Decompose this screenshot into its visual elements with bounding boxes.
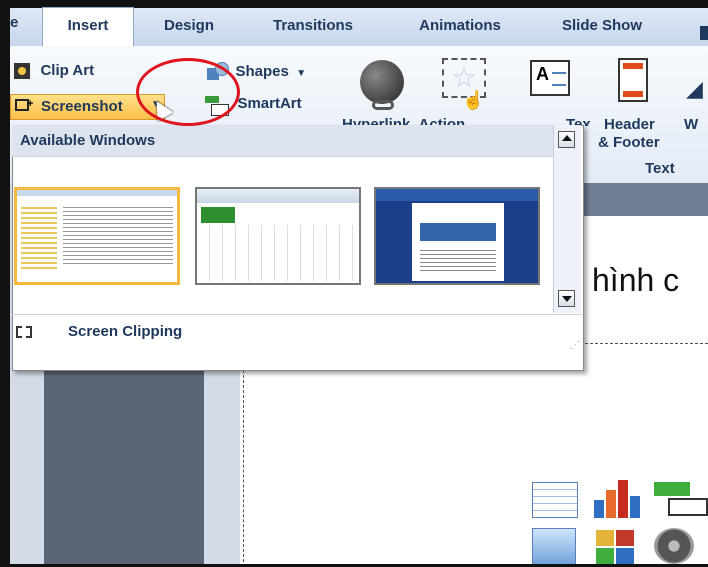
insert-chart-icon[interactable]: [592, 478, 642, 518]
thumb3-document-page: [412, 203, 504, 281]
chain-link-icon: [372, 100, 394, 110]
header-footer-icon[interactable]: [618, 58, 648, 102]
window-frame-left: [0, 0, 10, 567]
insert-picture-icon[interactable]: [532, 528, 576, 566]
resize-grip-icon[interactable]: ⋰: [570, 340, 580, 351]
scroll-down-arrow-icon: [562, 296, 572, 302]
window-thumbnail-3[interactable]: [374, 187, 540, 285]
thumb2-grid: [197, 225, 359, 281]
text-box-lines: [552, 72, 566, 86]
tab-slide-show[interactable]: Slide Show: [548, 8, 656, 46]
tab-file-cutoff[interactable]: e: [10, 14, 20, 40]
shapes-chevron-icon: ▼: [296, 68, 307, 80]
text-box-icon[interactable]: A: [530, 60, 570, 96]
insert-media-icon[interactable]: [654, 528, 694, 564]
thumb1-folder-tree: [21, 204, 57, 270]
screen-clipping-label: Screen Clipping: [68, 323, 183, 340]
clip-art-label: Clip Art: [40, 62, 95, 79]
gallery-scrollbar[interactable]: [553, 125, 581, 313]
text-box-letter: A: [536, 64, 549, 84]
thumb3-doc-image: [420, 223, 496, 241]
wordart-icon[interactable]: ◢: [686, 76, 703, 102]
insert-table-icon[interactable]: [532, 482, 578, 518]
placeholder-border-bottom: [580, 343, 708, 344]
thumb2-ribbon: [197, 189, 359, 203]
header-footer-label-2: & Footer: [598, 134, 660, 151]
hand-cursor-icon: ☝: [462, 90, 485, 110]
text-box-label-cut: Text: [566, 116, 590, 126]
hyperlink-action-labels-cut: Hyperlink Action: [342, 112, 472, 126]
footer-bar: [623, 91, 643, 97]
screen-clipping-item[interactable]: Screen Clipping ⋰: [12, 314, 582, 351]
thumb3-titlebar: [376, 189, 538, 201]
available-windows-header: Available Windows: [12, 125, 553, 157]
tab-overflow-edge: [700, 26, 708, 40]
insert-clip-art-icon[interactable]: [596, 530, 636, 564]
window-thumbnail-1[interactable]: [14, 187, 180, 285]
header-footer-label-1: Header: [604, 116, 655, 133]
thumb1-file-list: [63, 204, 173, 264]
insert-smartart-graphic-icon[interactable]: [654, 482, 708, 516]
globe-icon: [360, 60, 404, 104]
clip-art-icon: [14, 62, 30, 79]
screen-clipping-icon: [16, 326, 32, 338]
tab-animations[interactable]: Animations: [400, 8, 520, 46]
scroll-up-arrow-icon: [562, 135, 572, 141]
slide-title-text[interactable]: hình c: [592, 262, 679, 299]
window-thumbnail-2[interactable]: [195, 187, 361, 285]
thumb2-green-block: [201, 207, 235, 223]
thumb3-doc-lines: [420, 247, 496, 273]
tab-design[interactable]: Design: [152, 8, 226, 46]
scroll-down-button[interactable]: [558, 290, 575, 307]
screenshot-label: Screenshot: [41, 98, 123, 115]
shapes-label: Shapes: [235, 63, 289, 81]
annotation-red-circle: [136, 58, 240, 126]
tab-insert[interactable]: Insert: [42, 7, 134, 48]
thumb1-titlebar: [17, 190, 177, 196]
clip-art-button[interactable]: Clip Art: [14, 62, 94, 84]
group-text-label: Text: [645, 160, 675, 177]
scroll-up-button[interactable]: [558, 131, 575, 148]
action-button[interactable]: ☆ ☝: [440, 56, 492, 114]
tab-transitions[interactable]: Transitions: [258, 8, 368, 46]
plus-icon: +: [27, 98, 34, 110]
header-bar: [623, 63, 643, 69]
smartart-label: SmartArt: [237, 95, 302, 113]
wordart-label-cut: W: [684, 116, 699, 133]
